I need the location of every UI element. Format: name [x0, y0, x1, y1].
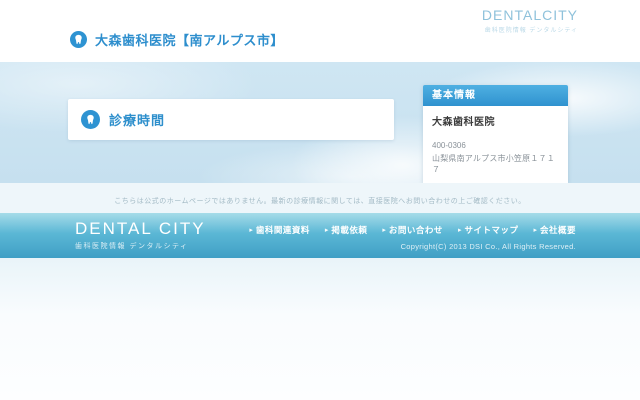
bullet-arrow-icon: ▸: [458, 227, 462, 234]
bullet-arrow-icon: ▸: [249, 227, 253, 234]
footer-link-contact[interactable]: ▸ お問い合わせ: [382, 224, 443, 236]
site-logo-text: DENTALCITY: [482, 7, 578, 23]
clinic-address: 山梨県南アルプス市小笠原１７１７: [432, 153, 559, 175]
bullet-arrow-icon: ▸: [533, 227, 537, 234]
footer-link-dental-materials[interactable]: ▸ 歯科関連資料: [249, 224, 310, 236]
basic-info-body: 大森歯科医院 400-0306 山梨県南アルプス市小笠原１７１７ TEL 055…: [423, 106, 568, 183]
basic-info-panel: 基本情報 大森歯科医院 400-0306 山梨県南アルプス市小笠原１７１７ TE…: [423, 85, 568, 183]
disclaimer-strip: こちらは公式のホームページではありません。最新の診療情報に関しては、直接医院へお…: [0, 183, 640, 213]
page-title: 大森歯科医院【南アルプス市】: [95, 30, 284, 49]
postal-code: 400-0306: [432, 141, 559, 150]
disclaimer-text: こちらは公式のホームページではありません。最新の診療情報に関しては、直接医院へお…: [0, 196, 640, 206]
bottom-area: [0, 258, 640, 400]
basic-info-header: 基本情報: [423, 85, 568, 106]
footer-link-listing-request[interactable]: ▸ 掲載依頼: [325, 224, 368, 236]
clinic-title-row: 大森歯科医院【南アルプス市】: [70, 30, 284, 49]
site-logo-tagline: 歯科医院情報 デンタルシティ: [482, 25, 578, 34]
bullet-arrow-icon: ▸: [382, 227, 386, 234]
copyright-text: Copyright(C) 2013 DSI Co., All Rights Re…: [401, 242, 576, 251]
site-logo[interactable]: DENTALCITY 歯科医院情報 デンタルシティ: [482, 7, 578, 34]
clinic-name: 大森歯科医院: [432, 113, 559, 128]
footer-link-sitemap[interactable]: ▸ サイトマップ: [458, 224, 519, 236]
footer-link-company[interactable]: ▸ 会社概要: [533, 224, 576, 236]
tooth-icon: [70, 31, 87, 48]
page: DENTALCITY 歯科医院情報 デンタルシティ 大森歯科医院【南アルプス市】…: [0, 0, 640, 400]
footer-logo[interactable]: DENTAL CITY 歯科医院情報 デンタルシティ: [75, 219, 206, 251]
footer: DENTAL CITY 歯科医院情報 デンタルシティ ▸ 歯科関連資料 ▸ 掲載…: [0, 213, 640, 258]
footer-logo-tagline: 歯科医院情報 デンタルシティ: [75, 241, 206, 251]
section-title: 診療時間: [109, 110, 165, 129]
footer-logo-text: DENTAL CITY: [75, 219, 206, 239]
bullet-arrow-icon: ▸: [325, 227, 329, 234]
footer-links: ▸ 歯科関連資料 ▸ 掲載依頼 ▸ お問い合わせ ▸ サイトマップ ▸ 会社概要: [234, 224, 576, 236]
section-treatment-hours: 診療時間: [68, 99, 394, 140]
tooth-icon: [81, 110, 100, 129]
